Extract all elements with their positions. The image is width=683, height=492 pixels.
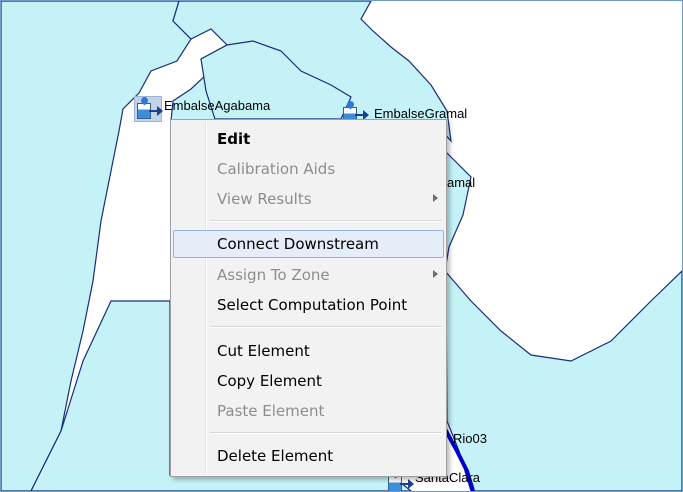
basin-map-canvas[interactable]: EmbalseAgabama EmbalseGramal amal Rio03 … — [0, 0, 683, 492]
element-label: amal — [447, 175, 476, 190]
element-gramal-partial[interactable]: amal — [447, 175, 475, 190]
menu-separator — [210, 220, 442, 222]
menu-item-cut-element[interactable]: Cut Element — [173, 337, 444, 365]
reservoir-icon[interactable] — [134, 95, 163, 122]
menu-item-delete-element[interactable]: Delete Element — [173, 442, 444, 470]
menu-item-edit[interactable]: Edit — [173, 125, 444, 153]
element-label: Rio03 — [453, 431, 487, 446]
menu-separator — [210, 326, 442, 328]
menu-item-connect-downstream[interactable]: Connect Downstream — [173, 230, 444, 258]
submenu-arrow-icon — [433, 194, 438, 202]
menu-item-calibration-aids[interactable]: Calibration Aids — [173, 155, 444, 183]
menu-separator — [210, 432, 442, 434]
menu-item-view-results[interactable]: View Results — [173, 185, 444, 213]
menu-item-paste-element[interactable]: Paste Element — [173, 397, 444, 425]
submenu-arrow-icon — [433, 270, 438, 278]
element-embalse-agabama[interactable]: EmbalseAgabama — [134, 95, 271, 122]
element-rio03[interactable]: Rio03 — [453, 431, 487, 446]
menu-item-copy-element[interactable]: Copy Element — [173, 367, 444, 395]
menu-item-select-computation-point[interactable]: Select Computation Point — [173, 291, 444, 319]
context-menu: Edit Calibration Aids View Results Conne… — [170, 119, 447, 477]
menu-item-assign-to-zone[interactable]: Assign To Zone — [173, 261, 444, 289]
element-label: EmbalseAgabama — [164, 97, 271, 113]
